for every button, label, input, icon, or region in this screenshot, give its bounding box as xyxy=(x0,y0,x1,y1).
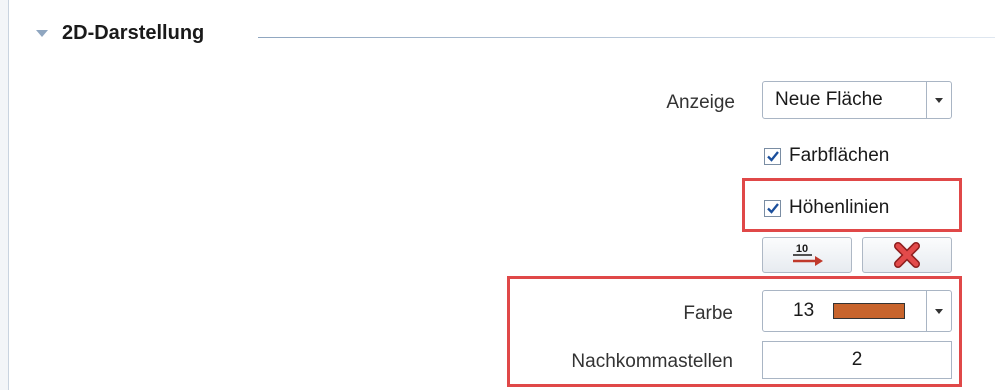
collapse-arrow-icon[interactable] xyxy=(36,30,48,37)
section-divider xyxy=(258,37,995,38)
anzeige-dropdown[interactable]: Neue Fläche xyxy=(762,81,952,119)
farbe-number: 13 xyxy=(793,300,815,321)
hoehenlinien-label: Höhenlinien xyxy=(789,197,890,218)
close-icon xyxy=(894,242,920,268)
anzeige-label: Anzeige xyxy=(666,92,735,113)
hoehenlinien-row: Höhenlinien xyxy=(764,197,889,219)
chevron-down-icon xyxy=(935,308,943,314)
line-number-button[interactable]: 10 xyxy=(762,237,852,273)
panel-left-border xyxy=(0,0,9,390)
farbe-label: Farbe xyxy=(683,303,733,324)
checkmark-icon xyxy=(766,151,779,162)
chevron-down-icon xyxy=(935,97,943,103)
farbflaechen-label: Farbflächen xyxy=(789,145,890,166)
delete-button[interactable] xyxy=(862,237,952,273)
nachkommastellen-input[interactable]: 2 xyxy=(762,341,952,379)
farbe-value: 13 xyxy=(763,300,926,322)
number-arrow-icon: 10 xyxy=(793,243,823,266)
hoehenlinien-checkbox[interactable] xyxy=(764,199,781,217)
farbe-dropdown-arrow[interactable] xyxy=(926,291,951,331)
farbe-dropdown[interactable]: 13 xyxy=(762,290,952,332)
farbflaechen-row: Farbflächen xyxy=(764,145,889,167)
color-swatch xyxy=(833,302,906,319)
number-arrow-label: 10 xyxy=(796,243,808,255)
section-header[interactable]: 2D-Darstellung xyxy=(36,22,204,45)
section-title: 2D-Darstellung xyxy=(62,22,205,44)
farbflaechen-checkbox[interactable] xyxy=(764,147,781,165)
anzeige-value: Neue Fläche xyxy=(775,89,883,110)
anzeige-dropdown-arrow[interactable] xyxy=(926,82,951,118)
checkmark-icon xyxy=(766,203,779,214)
nachkommastellen-label: Nachkommastellen xyxy=(571,351,733,372)
